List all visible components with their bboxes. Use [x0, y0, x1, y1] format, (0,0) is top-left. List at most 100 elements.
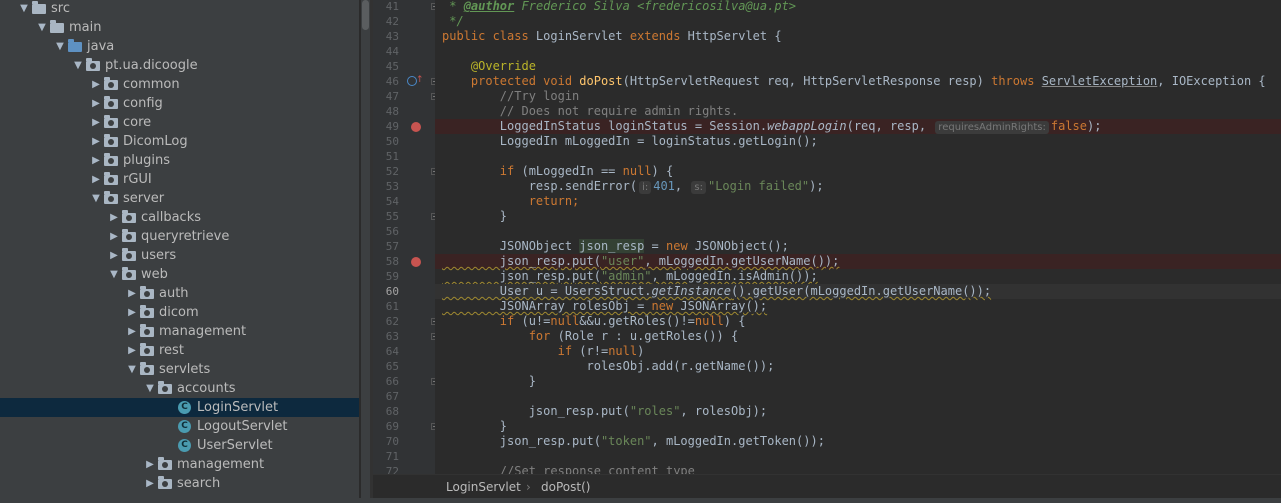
line-number[interactable]: 54	[373, 194, 399, 209]
line-number[interactable]: 61	[373, 299, 399, 314]
tree-scrollbar[interactable]	[361, 0, 370, 503]
expand-arrow-icon[interactable]: ▶	[144, 455, 156, 474]
line-number[interactable]: 66	[373, 374, 399, 389]
collapse-arrow-icon[interactable]: ▼	[72, 56, 84, 75]
collapse-arrow-icon[interactable]: ▼	[54, 37, 66, 56]
tree-item-auth[interactable]: ▶ auth	[0, 284, 359, 303]
expand-arrow-icon[interactable]: ▶	[126, 341, 138, 360]
tree-item-loginservlet[interactable]: C LoginServlet	[0, 398, 359, 417]
expand-arrow-icon[interactable]: ▶	[126, 284, 138, 303]
expand-arrow-icon[interactable]: ▶	[108, 227, 120, 246]
code-line-57[interactable]: JSONObject json_resp = new JSONObject();	[435, 239, 1281, 254]
code-line-59[interactable]: json_resp.put("admin", mLoggedIn.isAdmin…	[435, 269, 1281, 284]
line-number[interactable]: 51	[373, 149, 399, 164]
line-number[interactable]: 49	[373, 119, 399, 134]
collapse-arrow-icon[interactable]: ▼	[144, 379, 156, 398]
tree-item-callbacks[interactable]: ▶ callbacks	[0, 208, 359, 227]
collapse-arrow-icon[interactable]: ▼	[90, 189, 102, 208]
expand-arrow-icon[interactable]: ▶	[126, 322, 138, 341]
code-line-42[interactable]: */	[435, 14, 1281, 29]
tree-item-userservlet[interactable]: C UserServlet	[0, 436, 359, 455]
collapse-arrow-icon[interactable]: ▼	[108, 265, 120, 284]
line-number[interactable]: 46	[373, 74, 399, 89]
code-line-58[interactable]: json_resp.put("user", mLoggedIn.getUserN…	[435, 254, 1281, 269]
breakpoint-icon[interactable]	[411, 257, 421, 267]
code-line-47[interactable]: //Try login	[435, 89, 1281, 104]
code-line-48[interactable]: // Does not require admin rights.	[435, 104, 1281, 119]
expand-arrow-icon[interactable]: ▶	[90, 170, 102, 189]
code-line-69[interactable]: }	[435, 419, 1281, 434]
line-number[interactable]: 41	[373, 0, 399, 14]
line-number[interactable]: 63	[373, 329, 399, 344]
tree-item-src[interactable]: ▼ src	[0, 0, 359, 18]
expand-arrow-icon[interactable]: ▶	[90, 113, 102, 132]
tree-item-common[interactable]: ▶ common	[0, 75, 359, 94]
code-line-50[interactable]: LoggedIn mLoggedIn = loginStatus.getLogi…	[435, 134, 1281, 149]
code-line-43[interactable]: public class LoginServlet extends HttpSe…	[435, 29, 1281, 44]
line-number[interactable]: 65	[373, 359, 399, 374]
breakpoint-icon[interactable]	[411, 122, 421, 132]
code-line-66[interactable]: }	[435, 374, 1281, 389]
tree-item-rest[interactable]: ▶ rest	[0, 341, 359, 360]
tree-item-rgui[interactable]: ▶ rGUI	[0, 170, 359, 189]
breadcrumb-item-method[interactable]: doPost()	[541, 475, 590, 499]
tree-item-java[interactable]: ▼ java	[0, 37, 359, 56]
collapse-arrow-icon[interactable]: ▼	[126, 360, 138, 379]
line-number[interactable]: 62	[373, 314, 399, 329]
line-number[interactable]: 60	[373, 284, 399, 299]
code-line-53[interactable]: resp.sendError(i: 401, s: "Login failed");	[435, 179, 1281, 194]
code-line-72[interactable]: //Set response content type	[435, 464, 1281, 474]
breadcrumb-item-class[interactable]: LoginServlet	[446, 475, 521, 499]
code-line-61[interactable]: JSONArray rolesObj = new JSONArray();	[435, 299, 1281, 314]
line-number[interactable]: 69	[373, 419, 399, 434]
expand-arrow-icon[interactable]: ▶	[126, 303, 138, 322]
code-line-68[interactable]: json_resp.put("roles", rolesObj);	[435, 404, 1281, 419]
tree-item-logoutservlet[interactable]: C LogoutServlet	[0, 417, 359, 436]
code-line-60[interactable]: User u = UsersStruct.getInstance().getUs…	[435, 284, 1281, 299]
editor-gutter[interactable]: 41 42 43 44 45 46 ↑ 47 48 49 50 51 52 53 54 55 56 57 58 59 6…	[373, 0, 438, 478]
tree-item-management[interactable]: ▶ management	[0, 322, 359, 341]
code-line-70[interactable]: json_resp.put("token", mLoggedIn.getToke…	[435, 434, 1281, 449]
line-number[interactable]: 52	[373, 164, 399, 179]
expand-arrow-icon[interactable]: ▶	[144, 474, 156, 493]
expand-arrow-icon[interactable]: ▶	[90, 75, 102, 94]
overrides-arrow-icon[interactable]: ↑	[416, 75, 424, 85]
expand-arrow-icon[interactable]: ▶	[90, 132, 102, 151]
code-line-45[interactable]: @Override	[435, 59, 1281, 74]
tree-item-queryretrieve[interactable]: ▶ queryretrieve	[0, 227, 359, 246]
tree-item-pt.ua.dicoogle[interactable]: ▼ pt.ua.dicoogle	[0, 56, 359, 75]
line-number[interactable]: 58	[373, 254, 399, 269]
line-number[interactable]: 45	[373, 59, 399, 74]
tree-item-servlets[interactable]: ▼ servlets	[0, 360, 359, 379]
code-editor[interactable]: * @author Frederico Silva <fredericosilv…	[435, 0, 1281, 474]
code-line-64[interactable]: if (r!=null)	[435, 344, 1281, 359]
tree-item-core[interactable]: ▶ core	[0, 113, 359, 132]
tree-item-web[interactable]: ▼ web	[0, 265, 359, 284]
expand-arrow-icon[interactable]: ▶	[90, 151, 102, 170]
code-line-54[interactable]: return;	[435, 194, 1281, 209]
tree-item-plugins[interactable]: ▶ plugins	[0, 151, 359, 170]
code-line-49[interactable]: LoggedInStatus loginStatus = Session.web…	[435, 119, 1281, 134]
line-number[interactable]: 59	[373, 269, 399, 284]
code-line-65[interactable]: rolesObj.add(r.getName());	[435, 359, 1281, 374]
code-line-46[interactable]: protected void doPost(HttpServletRequest…	[435, 74, 1281, 89]
tree-item-main[interactable]: ▼ main	[0, 18, 359, 37]
line-number[interactable]: 48	[373, 104, 399, 119]
tree-item-config[interactable]: ▶ config	[0, 94, 359, 113]
line-number[interactable]: 53	[373, 179, 399, 194]
tree-item-server[interactable]: ▼ server	[0, 189, 359, 208]
line-number[interactable]: 67	[373, 389, 399, 404]
line-number[interactable]: 68	[373, 404, 399, 419]
line-number[interactable]: 70	[373, 434, 399, 449]
expand-arrow-icon[interactable]: ▶	[108, 246, 120, 265]
line-number[interactable]: 43	[373, 29, 399, 44]
code-line-63[interactable]: for (Role r : u.getRoles()) {	[435, 329, 1281, 344]
line-number[interactable]: 44	[373, 44, 399, 59]
tree-scrollbar-thumb[interactable]	[362, 0, 369, 30]
tree-item-dicomlog[interactable]: ▶ DicomLog	[0, 132, 359, 151]
line-number[interactable]: 57	[373, 239, 399, 254]
line-number[interactable]: 71	[373, 449, 399, 464]
tree-item-management[interactable]: ▶ management	[0, 455, 359, 474]
expand-arrow-icon[interactable]: ▶	[108, 208, 120, 227]
code-line-41[interactable]: * @author Frederico Silva <fredericosilv…	[435, 0, 1281, 14]
